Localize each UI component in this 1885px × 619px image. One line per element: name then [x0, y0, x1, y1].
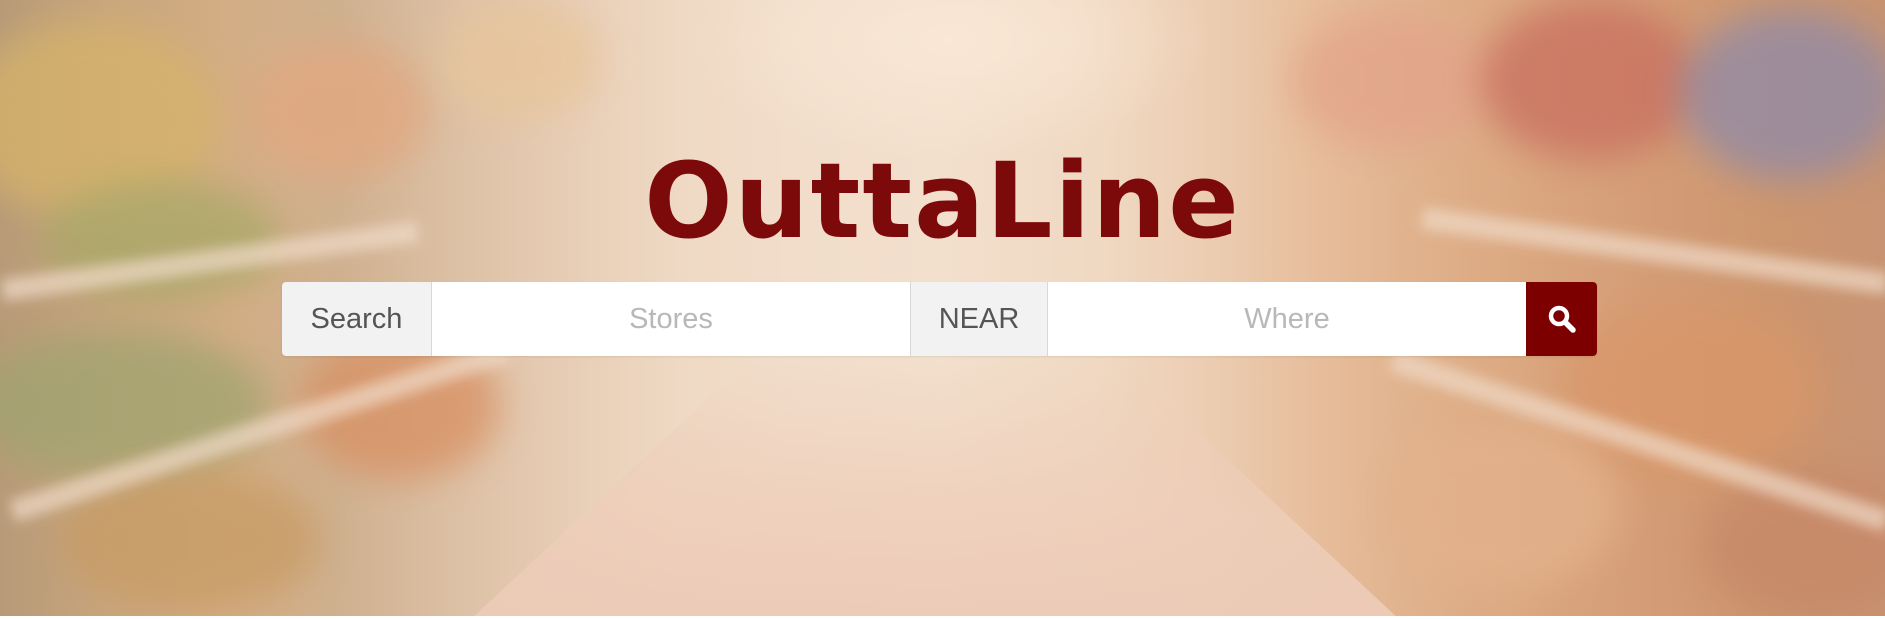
background-blur-shape [440, 0, 600, 120]
search-button[interactable] [1526, 282, 1597, 356]
stores-input[interactable] [432, 282, 910, 356]
brand-logo: OuttaLine [644, 140, 1241, 262]
near-label: NEAR [910, 282, 1048, 356]
background-blur-shape [1380, 420, 1620, 590]
background-blur-shape [0, 330, 270, 480]
background-blur-shape [1290, 10, 1490, 150]
search-icon [1548, 305, 1576, 333]
search-form: Search NEAR [282, 282, 1597, 356]
where-input[interactable] [1048, 282, 1526, 356]
background-blur-shape [1480, 0, 1700, 160]
background-floor [470, 360, 1400, 616]
search-label: Search [282, 282, 432, 356]
